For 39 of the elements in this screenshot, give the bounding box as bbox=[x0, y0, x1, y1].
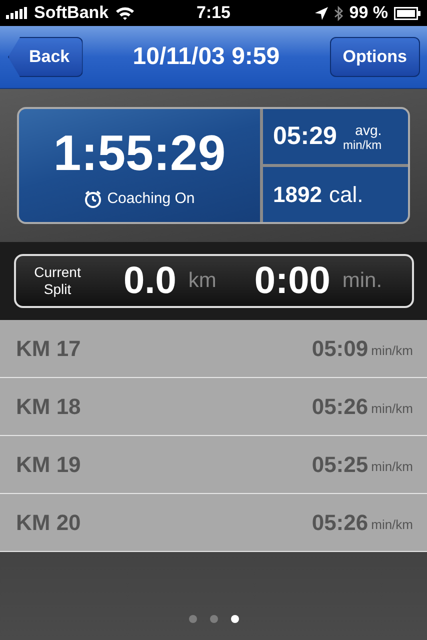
pace-label: avg. bbox=[355, 122, 382, 138]
signal-icon bbox=[6, 7, 28, 19]
back-button[interactable]: Back bbox=[8, 37, 83, 77]
split-name: KM 17 bbox=[16, 336, 82, 362]
stopwatch-icon bbox=[84, 190, 102, 208]
split-label: Current Split bbox=[33, 264, 82, 298]
time-unit: min. bbox=[342, 269, 382, 293]
split-distance: 0.0 bbox=[124, 260, 176, 302]
pace-unit: min/km bbox=[371, 459, 413, 474]
split-pace: 05:25 bbox=[312, 452, 368, 478]
split-pace: 05:09 bbox=[312, 336, 368, 362]
split-name: KM 20 bbox=[16, 510, 82, 536]
coaching-status: Coaching On bbox=[107, 190, 195, 207]
location-arrow-icon bbox=[315, 6, 328, 20]
status-time: 7:15 bbox=[196, 3, 231, 23]
options-button[interactable]: Options bbox=[330, 37, 420, 77]
pace-unit: min/km bbox=[371, 401, 413, 416]
page-dot[interactable] bbox=[188, 615, 196, 623]
page-dot[interactable] bbox=[230, 615, 238, 623]
carrier-name: SoftBank bbox=[34, 3, 109, 23]
pace-value: 05:29 bbox=[273, 122, 337, 151]
page-dot[interactable] bbox=[210, 615, 218, 623]
split-time: 0:00 bbox=[254, 260, 330, 302]
split-name: KM 19 bbox=[16, 452, 82, 478]
pace-unit: min/km bbox=[342, 138, 382, 152]
calories-value: 1892 bbox=[273, 182, 322, 208]
battery-percent: 99 % bbox=[349, 3, 388, 23]
duration-value: 1:55:29 bbox=[53, 124, 226, 182]
split-pace: 05:26 bbox=[312, 394, 368, 420]
distance-unit: km bbox=[188, 269, 216, 293]
wifi-icon bbox=[114, 6, 135, 20]
pace-unit: min/km bbox=[371, 517, 413, 532]
split-pace: 05:26 bbox=[312, 510, 368, 536]
battery-icon bbox=[394, 6, 421, 20]
split-name: KM 18 bbox=[16, 394, 82, 420]
nav-title: 10/11/03 9:59 bbox=[132, 43, 280, 71]
calories-unit: cal. bbox=[328, 182, 364, 208]
pace-unit: min/km bbox=[371, 343, 413, 358]
bluetooth-icon bbox=[334, 6, 344, 20]
